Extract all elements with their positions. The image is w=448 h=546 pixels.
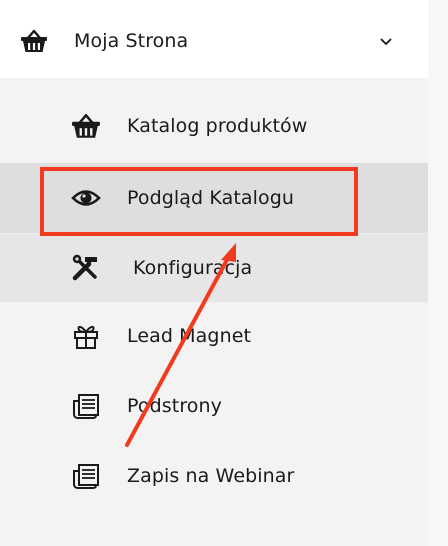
eye-icon bbox=[71, 184, 101, 212]
scrollbar-track bbox=[428, 0, 448, 546]
menu-item-label: Lead Magnet bbox=[127, 325, 252, 347]
tools-icon bbox=[71, 254, 101, 282]
menu-item-zapis-na-webinar[interactable]: Zapis na Webinar bbox=[0, 442, 428, 510]
pages-icon bbox=[71, 392, 101, 420]
menu-item-podstrony[interactable]: Podstrony bbox=[0, 372, 428, 440]
menu-item-label: Konfiguracja bbox=[133, 257, 253, 279]
menu-header-title: Moja Strona bbox=[74, 30, 189, 52]
gift-icon bbox=[71, 322, 101, 350]
menu-item-konfiguracja[interactable]: Konfiguracja bbox=[0, 234, 428, 302]
menu-item-label: Podstrony bbox=[127, 395, 223, 417]
menu-item-label: Katalog produktów bbox=[127, 115, 308, 137]
menu-item-podglad-katalogu[interactable]: Podgląd Katalogu bbox=[0, 163, 428, 233]
pages-icon bbox=[71, 462, 101, 490]
menu-item-lead-magnet[interactable]: Lead Magnet bbox=[0, 302, 428, 370]
basket-icon bbox=[20, 28, 48, 54]
menu-item-label: Zapis na Webinar bbox=[127, 465, 295, 487]
chevron-down-icon[interactable] bbox=[378, 33, 394, 49]
menu-item-katalog-produktow[interactable]: Katalog produktów bbox=[0, 92, 428, 160]
menu-item-label: Podgląd Katalogu bbox=[127, 187, 295, 209]
menu-header-moja-strona[interactable]: Moja Strona bbox=[0, 0, 428, 78]
basket-icon bbox=[71, 112, 101, 140]
